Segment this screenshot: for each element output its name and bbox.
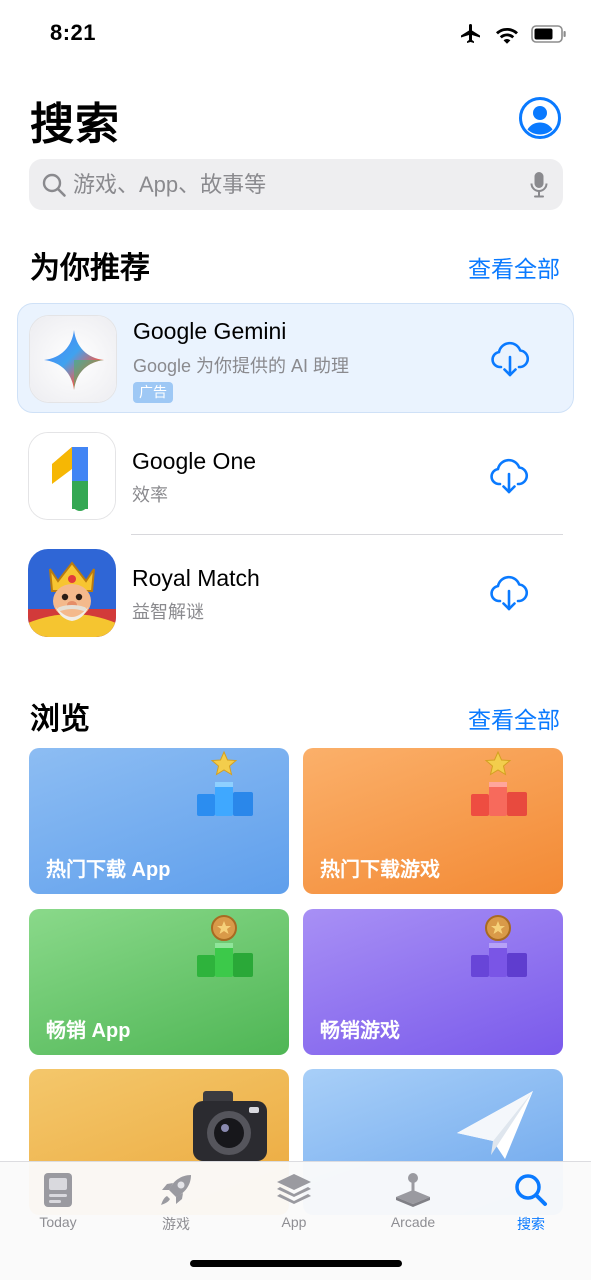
battery-icon [531, 25, 566, 43]
browse-see-all-link[interactable]: 查看全部 [468, 701, 560, 735]
paper-plane-icon [457, 1091, 533, 1159]
wifi-icon [496, 28, 518, 44]
app-row-royal-match[interactable]: Royal Match 益智解谜 [17, 538, 574, 648]
ad-badge: 广告 [133, 382, 173, 403]
tab-label: Today [39, 1214, 77, 1230]
account-icon[interactable] [518, 96, 562, 140]
podium-coin-icon [197, 915, 253, 977]
status-time: 8:21 [50, 20, 97, 45]
rocket-icon [161, 1175, 191, 1205]
status-bar: 8:21 [0, 0, 591, 70]
camera-icon [193, 1091, 267, 1161]
search-bar[interactable] [29, 159, 563, 210]
layers-icon [277, 1174, 311, 1204]
search-icon [515, 1174, 547, 1206]
tile-label: 畅销游戏 [320, 1020, 400, 1042]
app-name: Google Gemini [133, 318, 287, 344]
app-subtitle: Google 为你提供的 AI 助理 [133, 356, 350, 376]
tile-top-free-games[interactable]: 热门下载游戏 [303, 748, 563, 894]
search-input[interactable] [73, 159, 513, 210]
tab-label: App [281, 1214, 307, 1230]
tile-top-grossing-apps[interactable]: 畅销 App [29, 909, 289, 1055]
search-icon [42, 173, 66, 197]
google-one-app-icon [28, 432, 116, 520]
recommended-see-all-link[interactable]: 查看全部 [468, 250, 560, 284]
status-icons [459, 22, 567, 46]
download-cloud-icon[interactable] [489, 456, 529, 496]
app-name: Royal Match [132, 565, 260, 591]
joystick-icon [396, 1173, 430, 1207]
podium-star-icon [197, 750, 253, 816]
app-row-google-gemini[interactable]: Google Gemini Google 为你提供的 AI 助理 广告 [17, 303, 574, 413]
app-subtitle: 效率 [132, 485, 168, 505]
row-divider [131, 534, 563, 535]
today-icon [44, 1173, 72, 1207]
microphone-icon[interactable] [529, 171, 549, 199]
tab-label: 搜索 [517, 1216, 545, 1232]
recommended-section-title: 为你推荐 [30, 252, 150, 285]
page-title: 搜索 [30, 100, 120, 149]
podium-star-icon [471, 750, 527, 816]
download-cloud-icon[interactable] [489, 573, 529, 613]
home-indicator [190, 1260, 402, 1267]
tab-label: Arcade [390, 1214, 436, 1230]
airplane-mode-icon [461, 24, 480, 43]
tile-label: 畅销 App [46, 1020, 131, 1042]
tab-today[interactable]: Today [8, 1170, 108, 1236]
app-name: Google One [132, 448, 257, 474]
tile-top-grossing-games[interactable]: 畅销游戏 [303, 909, 563, 1055]
tile-label: 热门下载 App [46, 859, 171, 881]
tab-search[interactable]: 搜索 [481, 1170, 581, 1236]
browse-section-title: 浏览 [30, 703, 90, 736]
gemini-app-icon [29, 315, 117, 403]
tab-games[interactable]: 游戏 [126, 1170, 226, 1236]
tile-top-free-apps[interactable]: 热门下载 App [29, 748, 289, 894]
app-subtitle: 益智解谜 [132, 602, 204, 622]
download-cloud-icon[interactable] [490, 339, 530, 379]
tab-apps[interactable]: App [244, 1170, 344, 1236]
app-row-google-one[interactable]: Google One 效率 [17, 421, 574, 531]
tab-label: 游戏 [162, 1216, 190, 1232]
tab-arcade[interactable]: Arcade [363, 1170, 463, 1236]
tile-label: 热门下载游戏 [320, 859, 440, 881]
royal-match-app-icon [28, 549, 116, 637]
podium-coin-icon [471, 915, 527, 977]
